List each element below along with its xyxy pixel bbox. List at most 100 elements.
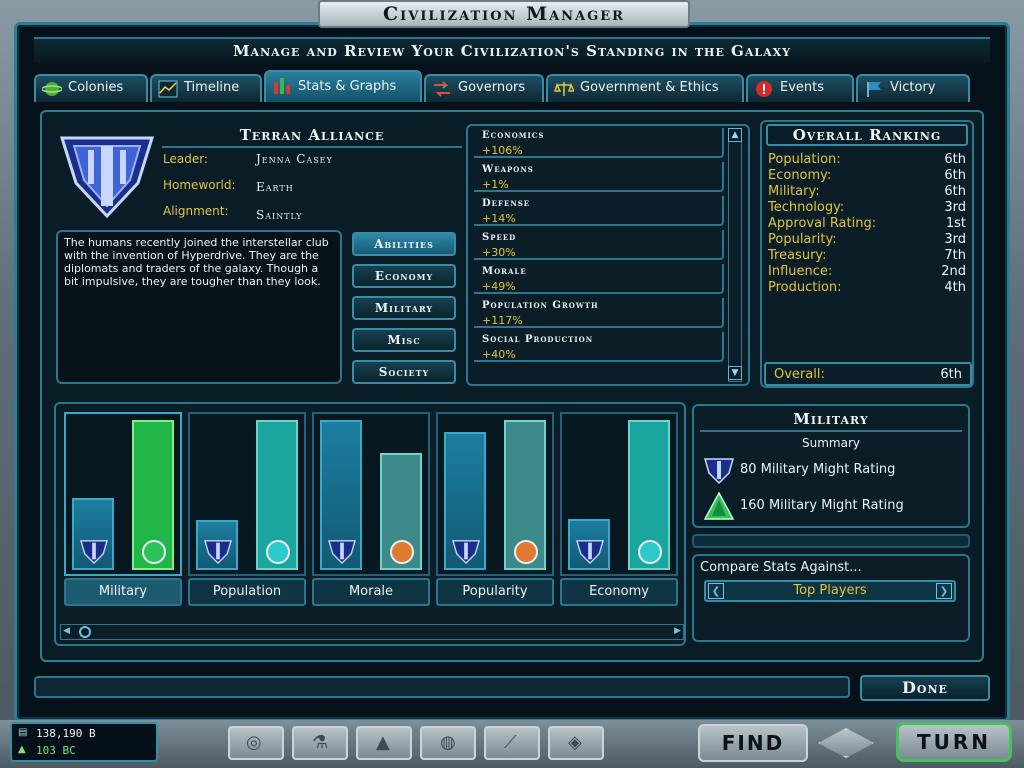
treasury-icon: ▤ — [18, 727, 28, 738]
list-item: Speed +30% — [474, 230, 724, 260]
ability-value: +106% — [482, 144, 523, 157]
stat-category-button[interactable]: Morale — [312, 578, 430, 606]
tab-events[interactable]: Events — [746, 74, 854, 102]
ability-name: Defense — [482, 198, 531, 209]
teal-alien-emblem-icon — [266, 540, 290, 564]
scroll-down-icon[interactable]: ▼ — [728, 366, 742, 380]
category-misc-button[interactable]: Misc — [352, 328, 456, 352]
done-button[interactable]: Done — [860, 675, 990, 701]
find-button[interactable]: FIND — [698, 724, 808, 762]
divider-bar — [692, 534, 970, 548]
rival-bar — [132, 420, 174, 570]
overall-rank-box: Overall: 6th — [764, 362, 972, 386]
tab-label: Timeline — [184, 80, 240, 95]
abilities-scrollbar[interactable] — [728, 128, 742, 382]
ranking-label: Technology: — [768, 200, 845, 215]
line-graph-icon: ⟋ — [504, 732, 517, 753]
planet-view-button[interactable]: ◎ — [228, 726, 284, 760]
rival-bar — [380, 453, 422, 570]
government-button[interactable]: ◈ — [548, 726, 604, 760]
category-society-button[interactable]: Society — [352, 360, 456, 384]
chevron-right-icon[interactable]: ❯ — [936, 583, 952, 599]
list-item: Weapons +1% — [474, 162, 724, 192]
orange-alien-emblem-icon — [390, 540, 414, 564]
category-military-button[interactable]: Military — [352, 296, 456, 320]
category-economy-button[interactable]: Economy — [352, 264, 456, 288]
stat-category-button[interactable]: Military — [64, 578, 182, 606]
ranking-title: Overall Ranking — [766, 124, 968, 146]
status-message-bar — [34, 676, 850, 698]
homeworld-label: Homeworld: — [163, 178, 236, 192]
overall-label: Overall: — [774, 367, 825, 382]
ranking-row: Military: 6th — [768, 184, 966, 200]
tab-label: Events — [780, 80, 825, 95]
scroll-left-icon[interactable]: ◀ — [63, 626, 70, 636]
turn-button[interactable]: TURN — [896, 722, 1012, 762]
flask-icon: ⚗ — [312, 732, 329, 753]
list-item: Population Growth +117% — [474, 298, 724, 328]
treasury-value: 138,190 B — [36, 727, 96, 740]
scroll-thumb[interactable] — [79, 626, 91, 638]
ranking-value: 6th — [944, 152, 966, 167]
tab-label: Government & Ethics — [580, 80, 719, 95]
ability-value: +49% — [482, 280, 516, 293]
compare-select[interactable]: ❮ Top Players ❯ — [704, 580, 956, 602]
player-bar — [444, 432, 486, 570]
terran-alliance-emblem-icon — [576, 540, 604, 564]
population-icon: ▲ — [18, 744, 26, 755]
ranking-row: Treasury: 7th — [768, 248, 966, 264]
stats-button[interactable]: ⟋ — [484, 726, 540, 760]
foreign-policy-button[interactable]: ◍ — [420, 726, 476, 760]
terran-alliance-emblem-icon — [204, 540, 232, 564]
swap-arrows-icon — [434, 81, 450, 97]
tab-victory[interactable]: Victory — [856, 74, 970, 102]
civ-description: The humans recently joined the interstel… — [64, 236, 329, 288]
civ-description-box: The humans recently joined the interstel… — [56, 230, 342, 384]
tab-stats-graphs[interactable]: Stats & Graphs — [264, 70, 422, 102]
stat-category-button[interactable]: Economy — [560, 578, 678, 606]
leader-label: Leader: — [163, 152, 208, 166]
ability-name: Economics — [482, 130, 545, 141]
flag-icon — [867, 82, 881, 97]
tab-governors[interactable]: Governors — [424, 74, 544, 102]
terran-alliance-emblem-icon — [704, 458, 734, 484]
chart-scrollbar[interactable]: ◀ ▶ — [60, 624, 684, 640]
terran-alliance-emblem-icon — [59, 136, 155, 218]
research-button[interactable]: ⚗ — [292, 726, 348, 760]
network-icon: ◈ — [568, 732, 582, 753]
tab-label: Colonies — [68, 80, 124, 95]
terran-alliance-emblem-icon — [452, 540, 480, 564]
alert-icon — [756, 81, 772, 97]
summary-subtitle: Summary — [802, 436, 860, 450]
bar-group-military — [64, 412, 182, 576]
status-box: ▤ 138,190 B ▲ 103 BC — [10, 722, 158, 762]
compare-value: Top Players — [793, 583, 867, 598]
globe-icon: ◍ — [440, 732, 456, 753]
terran-alliance-emblem-icon — [328, 540, 356, 564]
player-bar — [72, 498, 114, 570]
stat-category-button[interactable]: Population — [188, 578, 306, 606]
scroll-right-icon[interactable]: ▶ — [674, 626, 681, 636]
window-subtitle: Manage and Review Your Civilization's St… — [34, 37, 990, 63]
ability-name: Population Growth — [482, 300, 599, 311]
scroll-up-icon[interactable]: ▲ — [728, 128, 742, 142]
tab-colonies[interactable]: Colonies — [34, 74, 148, 102]
player-might-text: 80 Military Might Rating — [740, 462, 896, 477]
ranking-label: Military: — [768, 184, 820, 199]
ability-value: +117% — [482, 314, 523, 327]
tab-government-ethics[interactable]: Government & Ethics — [546, 74, 744, 102]
ability-name: Weapons — [482, 164, 534, 175]
ranking-row: Population: 6th — [768, 152, 966, 168]
ship-design-button[interactable]: ▲ — [356, 726, 412, 760]
ranking-label: Popularity: — [768, 232, 837, 247]
stat-category-button[interactable]: Popularity — [436, 578, 554, 606]
chevron-left-icon[interactable]: ❮ — [708, 583, 724, 599]
tab-timeline[interactable]: Timeline — [150, 74, 262, 102]
window-title: Civilization Manager — [318, 0, 690, 28]
ranking-label: Treasury: — [768, 248, 827, 263]
rival-might-text: 160 Military Might Rating — [740, 498, 904, 513]
list-item: Defense +14% — [474, 196, 724, 226]
ranking-row: Economy: 6th — [768, 168, 966, 184]
category-abilities-button[interactable]: Abilities — [352, 232, 456, 256]
bar-group-economy — [560, 412, 678, 576]
